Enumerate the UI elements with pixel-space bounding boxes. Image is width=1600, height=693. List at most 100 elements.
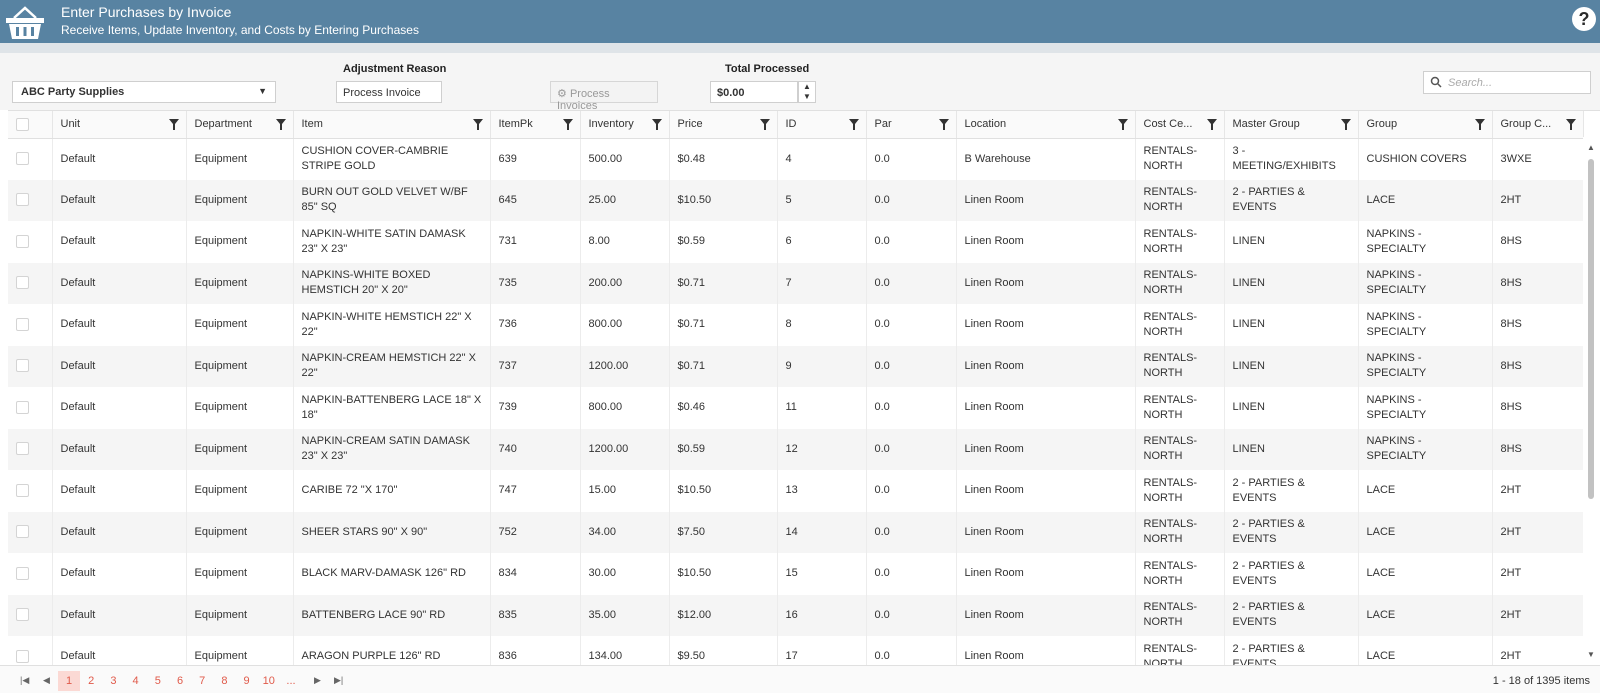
row-checkbox[interactable] [16,525,29,539]
row-select-cell[interactable] [8,511,53,553]
search-input[interactable]: Search... [1423,71,1591,94]
table-cell: $0.48 [669,138,778,180]
row-checkbox[interactable] [16,276,29,290]
prev-page-icon[interactable]: ◀ [43,675,50,686]
row-checkbox[interactable] [16,649,29,663]
row-select-cell[interactable] [8,179,53,221]
page-link[interactable]: 9 [236,671,258,691]
row-select-cell[interactable] [8,553,53,595]
table-row[interactable]: Default Equipment ARAGON PURPLE 126" RD 836… [8,636,1584,665]
column-header-12[interactable]: Group C... [1492,111,1584,139]
vendor-dropdown[interactable]: ABC Party Supplies ▼ [12,81,276,103]
row-select-cell[interactable] [8,221,53,263]
filter-icon[interactable] [651,119,662,130]
row-select-cell[interactable] [8,262,53,304]
page-link[interactable]: 8 [213,671,235,691]
filter-icon[interactable] [1206,119,1217,130]
column-header-11[interactable]: Group [1358,111,1493,139]
row-checkbox[interactable] [16,442,29,456]
scroll-down-icon[interactable]: ▼ [1587,650,1595,659]
select-all-header[interactable] [8,111,53,139]
table-row[interactable]: Default Equipment NAPKIN-BATTENBERG LACE 1… [8,387,1584,429]
page-link[interactable]: 4 [125,671,147,691]
filter-icon[interactable] [938,119,949,130]
page-link[interactable]: 5 [147,671,169,691]
row-checkbox[interactable] [16,317,29,331]
row-select-cell[interactable] [8,138,53,180]
spinner-down-icon[interactable]: ▼ [799,92,815,102]
adjustment-reason-input[interactable]: Process Invoice [336,81,442,103]
filter-icon[interactable] [1117,119,1128,130]
column-header-5[interactable]: Price [669,111,778,139]
next-page-icon[interactable]: ▶ [314,675,321,686]
row-checkbox[interactable] [16,359,29,373]
row-checkbox[interactable] [16,152,29,166]
row-select-cell[interactable] [8,636,53,665]
filter-icon[interactable] [168,119,179,130]
table-row[interactable]: Default Equipment NAPKIN-WHITE HEMSTICH 22… [8,304,1584,346]
table-row[interactable]: Default Equipment BATTENBERG LACE 90" RD 83… [8,594,1584,636]
table-row[interactable]: Default Equipment BLACK MARV-DAMASK 126" R… [8,553,1584,595]
filter-icon[interactable] [562,119,573,130]
row-checkbox[interactable] [16,608,29,622]
table-row[interactable]: Default Equipment NAPKIN-CREAM SATIN DAMAS… [8,428,1584,470]
table-row[interactable]: Default Equipment NAPKIN-CREAM HEMSTICH 22… [8,345,1584,387]
column-header-1[interactable]: Department [186,111,294,139]
column-header-3[interactable]: ItemPk [490,111,581,139]
filter-icon[interactable] [472,119,483,130]
filter-icon[interactable] [1340,119,1351,130]
spinner-up-icon[interactable]: ▲ [799,82,815,92]
column-header-label: Location [964,118,1007,131]
row-select-cell[interactable] [8,594,53,636]
row-select-cell[interactable] [8,428,53,470]
last-page-icon[interactable]: ▶| [334,675,343,686]
row-checkbox[interactable] [16,483,29,497]
filter-icon[interactable] [848,119,859,130]
row-select-cell[interactable] [8,304,53,346]
page-link[interactable]: 10 [258,671,280,691]
table-row[interactable]: Default Equipment SHEER STARS 90" X 90" 752… [8,511,1584,553]
filter-icon[interactable] [1474,119,1485,130]
column-header-10[interactable]: Master Group [1224,111,1359,139]
table-row[interactable]: Default Equipment CARIBE 72 "X 170" 747 15.0… [8,470,1584,512]
page-link[interactable]: 3 [102,671,124,691]
process-invoices-button[interactable]: ⚙ Process Invoices [550,81,658,112]
total-processed-input[interactable]: $0.00 [710,81,798,103]
page-link[interactable]: 1 [58,671,80,691]
page-title: Enter Purchases by Invoice [61,4,232,20]
table-row[interactable]: Default Equipment CUSHION COVER-CAMBRIE ST… [8,138,1584,180]
row-checkbox[interactable] [16,234,29,248]
column-header-7[interactable]: Par [866,111,957,139]
column-header-label: Master Group [1232,118,1300,131]
total-spinner[interactable]: ▲ ▼ [798,81,816,103]
table-row[interactable]: Default Equipment NAPKIN-WHITE SATIN DAMAS… [8,221,1584,263]
select-all-checkbox[interactable] [16,117,29,131]
column-header-8[interactable]: Location [956,111,1136,139]
help-button[interactable]: ? [1572,7,1596,31]
table-row[interactable]: Default Equipment NAPKINS-WHITE BOXED HEMS… [8,262,1584,304]
filter-icon[interactable] [275,119,286,130]
filter-icon[interactable] [1565,119,1576,130]
page-link[interactable]: 7 [191,671,213,691]
page-link[interactable]: 2 [80,671,102,691]
page-link[interactable]: ... [280,671,302,691]
column-header-9[interactable]: Cost Ce... [1135,111,1225,139]
row-checkbox[interactable] [16,400,29,414]
table-row[interactable]: Default Equipment BURN OUT GOLD VELVET W/B… [8,179,1584,221]
row-select-cell[interactable] [8,387,53,429]
column-header-2[interactable]: Item [293,111,491,139]
column-header-6[interactable]: ID [777,111,867,139]
row-select-cell[interactable] [8,470,53,512]
vertical-scrollbar[interactable]: ▲ ▼ [1583,137,1600,665]
row-checkbox[interactable] [16,566,29,580]
column-header-0[interactable]: Unit [52,111,187,139]
page-link[interactable]: 6 [169,671,191,691]
scroll-up-icon[interactable]: ▲ [1587,143,1595,152]
row-checkbox[interactable] [16,193,29,207]
filter-icon[interactable] [759,119,770,130]
first-page-icon[interactable]: |◀ [20,675,29,686]
row-select-cell[interactable] [8,345,53,387]
table-cell: 8HS [1492,221,1584,263]
scroll-thumb[interactable] [1588,159,1594,499]
column-header-4[interactable]: Inventory [580,111,670,139]
